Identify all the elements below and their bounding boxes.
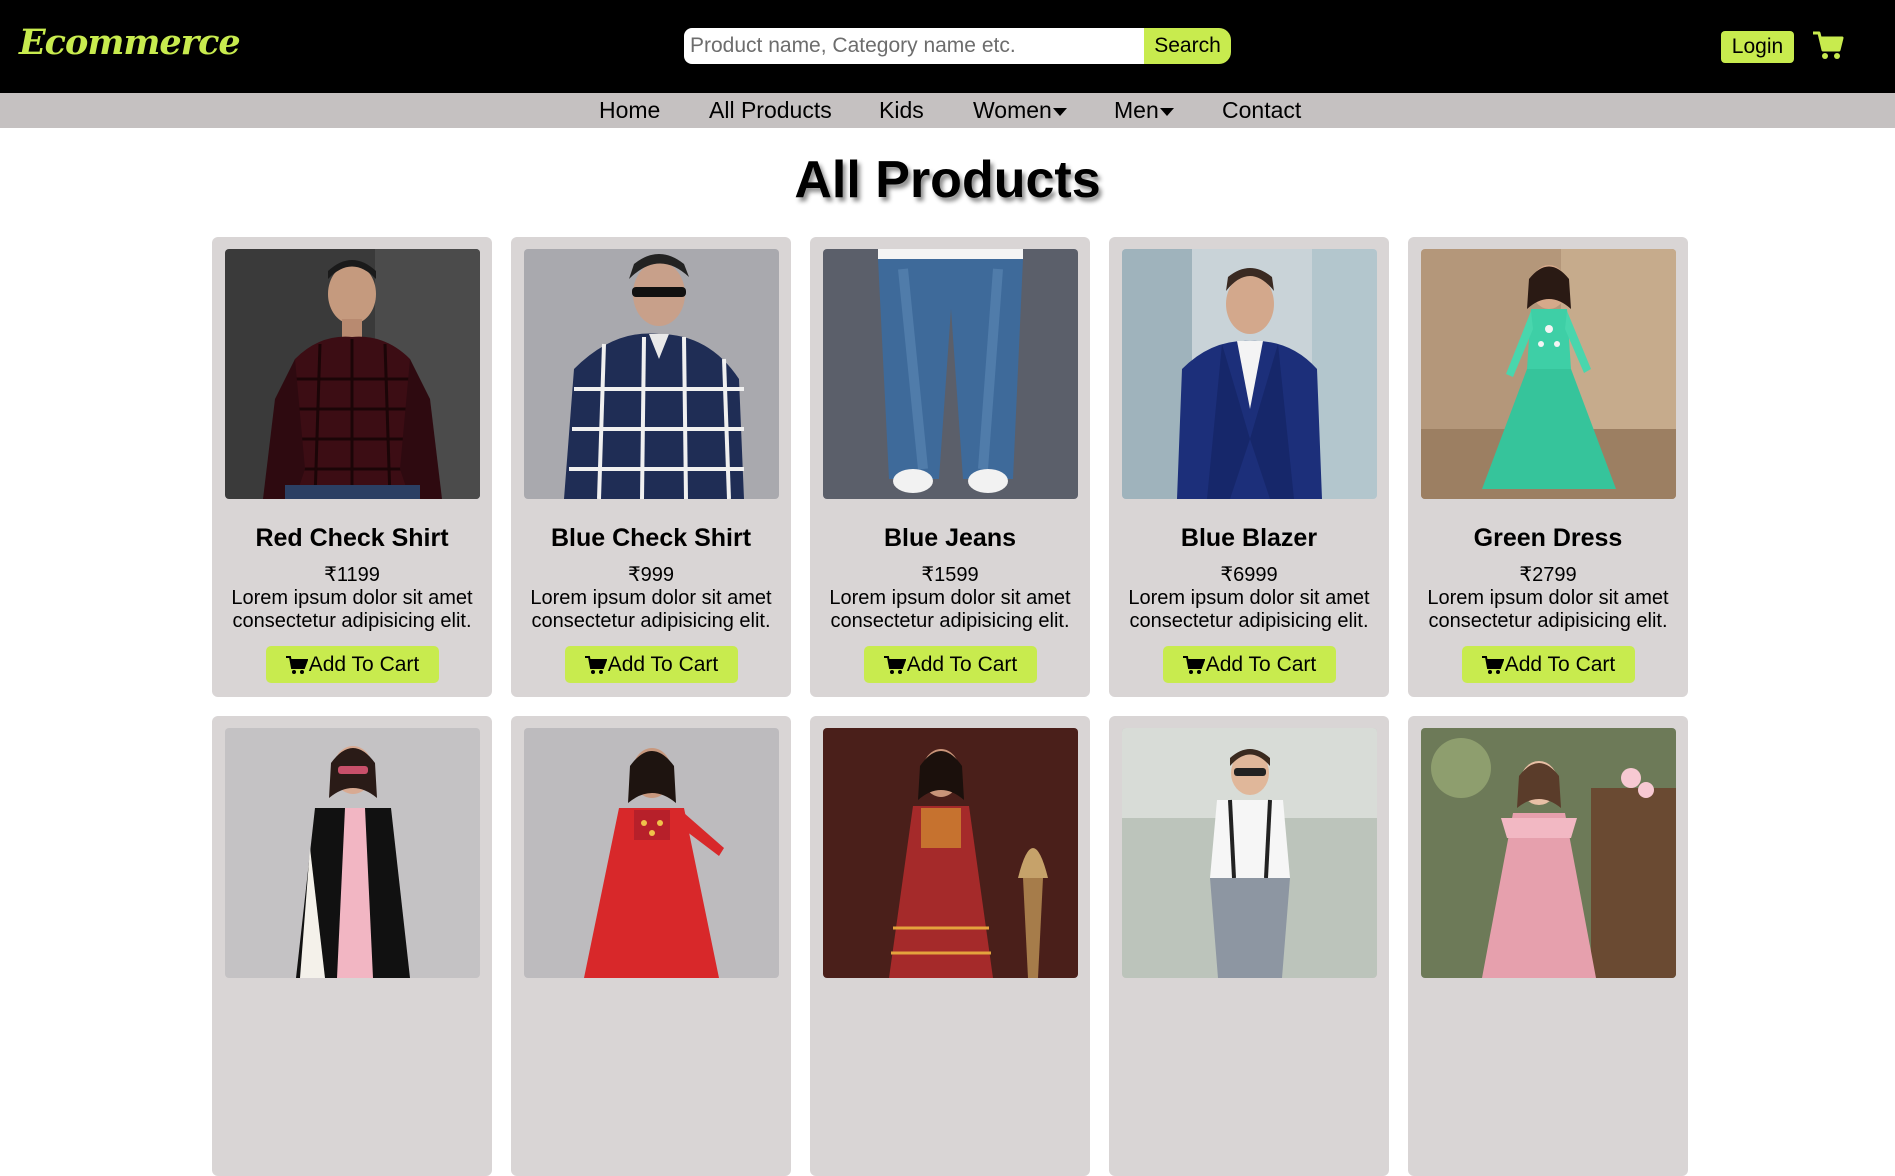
product-image[interactable] [225, 728, 480, 978]
nav-item-men[interactable]: Men [1114, 97, 1174, 124]
product-description: Lorem ipsum dolor sit amet consectetur a… [1427, 587, 1669, 632]
add-to-cart-label: Add To Cart [1205, 652, 1317, 676]
product-image[interactable] [524, 249, 779, 499]
page-title: All Products [794, 151, 1101, 209]
nav-item-label: Men [1114, 97, 1159, 123]
cart-icon [1182, 655, 1205, 674]
add-to-cart-label: Add To Cart [906, 652, 1018, 676]
product-card: Blue Check Shirt ₹999 Lorem ipsum dolor … [511, 237, 791, 697]
brand-logo[interactable]: Ecommerce [19, 22, 241, 63]
product-price: ₹1199 [324, 564, 380, 586]
add-to-cart-button[interactable]: Add To Cart [864, 646, 1037, 683]
add-to-cart-button[interactable]: Add To Cart [1163, 646, 1336, 683]
nav-item-label: Home [599, 97, 661, 123]
product-image[interactable] [524, 728, 779, 978]
nav-item-label: Contact [1222, 97, 1302, 123]
product-name: Blue Check Shirt [550, 524, 752, 552]
product-card [1109, 716, 1389, 1176]
product-card [212, 716, 492, 1176]
product-image[interactable] [823, 249, 1078, 499]
cart-icon [584, 655, 607, 674]
nav-item-label: Women [973, 97, 1052, 123]
nav-item-women[interactable]: Women [973, 97, 1067, 124]
product-image[interactable] [1421, 728, 1676, 978]
top-header: Ecommerce Search Login [0, 0, 1895, 93]
product-name: Red Check Shirt [255, 524, 449, 552]
cart-icon[interactable] [1812, 29, 1844, 61]
product-price: ₹2799 [1519, 564, 1577, 586]
product-card: Blue Blazer ₹6999 Lorem ipsum dolor sit … [1109, 237, 1389, 697]
product-image[interactable] [225, 249, 480, 499]
product-card: Green Dress ₹2799 Lorem ipsum dolor sit … [1408, 237, 1688, 697]
login-button[interactable]: Login [1721, 31, 1794, 63]
product-image[interactable] [1421, 249, 1676, 499]
add-to-cart-label: Add To Cart [607, 652, 719, 676]
add-to-cart-button[interactable]: Add To Cart [266, 646, 439, 683]
add-to-cart-button[interactable]: Add To Cart [1462, 646, 1635, 683]
product-image[interactable] [1122, 249, 1377, 499]
product-price: ₹1599 [921, 564, 979, 586]
add-to-cart-label: Add To Cart [1504, 652, 1616, 676]
nav-item-home[interactable]: Home [599, 97, 660, 124]
add-to-cart-label: Add To Cart [308, 652, 420, 676]
nav-item-kids[interactable]: Kids [879, 97, 924, 124]
nav-item-label: All Products [709, 97, 832, 123]
product-card [1408, 716, 1688, 1176]
product-image[interactable] [823, 728, 1078, 978]
cart-icon [285, 655, 308, 674]
product-name: Blue Jeans [883, 524, 1016, 552]
caret-down-icon [1159, 107, 1174, 116]
caret-down-icon [1052, 107, 1067, 116]
product-card [810, 716, 1090, 1176]
product-description: Lorem ipsum dolor sit amet consectetur a… [231, 587, 473, 632]
cart-icon [1481, 655, 1504, 674]
add-to-cart-button[interactable]: Add To Cart [565, 646, 738, 683]
search-bar: Search [684, 28, 1231, 64]
product-card: Red Check Shirt ₹1199 Lorem ipsum dolor … [212, 237, 492, 697]
product-image[interactable] [1122, 728, 1377, 978]
search-button[interactable]: Search [1144, 28, 1231, 64]
main-nav: Home All Products Kids Women Men Contact [0, 93, 1895, 128]
product-description: Lorem ipsum dolor sit amet consectetur a… [829, 587, 1071, 632]
product-price: ₹6999 [1220, 564, 1278, 586]
search-input[interactable] [684, 28, 1144, 64]
product-description: Lorem ipsum dolor sit amet consectetur a… [1128, 587, 1370, 632]
product-name: Green Dress [1473, 524, 1623, 552]
product-description: Lorem ipsum dolor sit amet consectetur a… [530, 587, 772, 632]
product-price: ₹999 [627, 564, 675, 586]
nav-item-contact[interactable]: Contact [1222, 97, 1301, 124]
product-name: Blue Blazer [1180, 524, 1318, 552]
cart-icon [883, 655, 906, 674]
product-card [511, 716, 791, 1176]
product-card: Blue Jeans ₹1599 Lorem ipsum dolor sit a… [810, 237, 1090, 697]
nav-item-label: Kids [879, 97, 924, 123]
nav-item-all-products[interactable]: All Products [709, 97, 832, 124]
